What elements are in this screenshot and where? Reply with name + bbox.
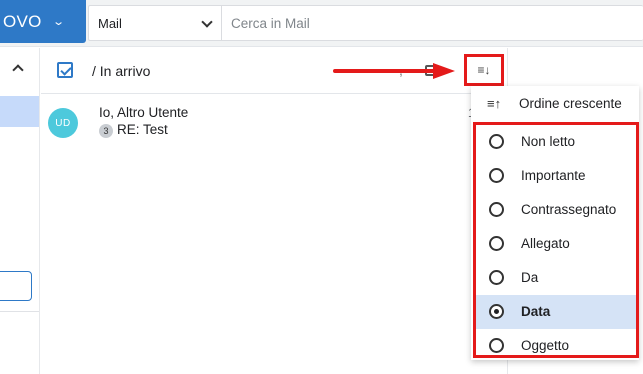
sort-ascending-toggle[interactable]: ≡↑ Ordine crescente — [471, 86, 639, 122]
sidebar-selected-item[interactable] — [0, 96, 39, 127]
radio-icon[interactable] — [489, 270, 504, 285]
search-scope-select[interactable]: Mail — [89, 6, 222, 40]
folder-sidebar — [0, 48, 40, 374]
sort-options-list: Non letto Importante Contrassegnato Alle… — [473, 122, 639, 358]
mail-subject: RE: Test — [117, 122, 168, 137]
search-box: Mail — [88, 5, 643, 41]
mail-app: OVO ⌄ Mail / In arrivo , ≡↓ UD — [0, 0, 643, 374]
search-scope-label: Mail — [98, 15, 122, 31]
sort-option-contrassegnato[interactable]: Contrassegnato — [476, 193, 636, 227]
mail-sender: Io, Altro Utente — [99, 105, 189, 120]
sort-option-oggetto[interactable]: Oggetto — [476, 329, 636, 363]
radio-selected-icon[interactable] — [489, 304, 504, 319]
sidebar-input[interactable] — [0, 271, 32, 301]
chevron-down-icon — [201, 16, 213, 28]
thread-count-badge: 3 — [99, 124, 113, 138]
radio-icon[interactable] — [489, 202, 504, 217]
chevron-up-icon[interactable] — [12, 64, 24, 76]
top-toolbar: OVO ⌄ Mail — [0, 0, 643, 47]
sort-menu: ≡↑ Ordine crescente Non letto Importante… — [471, 86, 639, 360]
sort-option-label: Contrassegnato — [521, 202, 617, 217]
list-item[interactable]: UD Io, Altro Utente 3 RE: Test 1 — [41, 95, 475, 147]
sort-option-label: Importante — [521, 168, 586, 183]
avatar: UD — [48, 108, 78, 138]
chevron-down-icon[interactable]: ⌄ — [52, 15, 65, 28]
sort-option-da[interactable]: Da — [476, 261, 636, 295]
red-arrow-icon — [333, 63, 455, 79]
checkbox-icon[interactable] — [57, 62, 73, 78]
sort-ascending-label: Ordine crescente — [519, 96, 622, 111]
sort-option-data[interactable]: Data — [476, 295, 636, 329]
search-input[interactable] — [222, 15, 643, 31]
sort-option-importante[interactable]: Importante — [476, 159, 636, 193]
sort-button[interactable]: ≡↓ — [464, 54, 504, 86]
new-button-label: OVO — [3, 11, 42, 31]
folder-breadcrumb: / In arrivo — [92, 63, 151, 79]
radio-icon[interactable] — [489, 338, 504, 353]
sort-option-label: Non letto — [521, 134, 576, 149]
sort-icon: ≡↓ — [477, 63, 491, 77]
divider — [0, 311, 39, 312]
new-button[interactable]: OVO ⌄ — [0, 0, 86, 43]
radio-icon[interactable] — [489, 168, 504, 183]
sort-option-non-letto[interactable]: Non letto — [476, 125, 636, 159]
sort-ascending-icon: ≡↑ — [487, 96, 502, 111]
sort-option-label: Allegato — [521, 236, 570, 251]
radio-icon[interactable] — [489, 134, 504, 149]
sort-option-allegato[interactable]: Allegato — [476, 227, 636, 261]
radio-icon[interactable] — [489, 236, 504, 251]
sort-option-label: Da — [521, 270, 539, 285]
sort-option-label: Data — [521, 304, 551, 319]
sort-option-label: Oggetto — [521, 338, 570, 353]
